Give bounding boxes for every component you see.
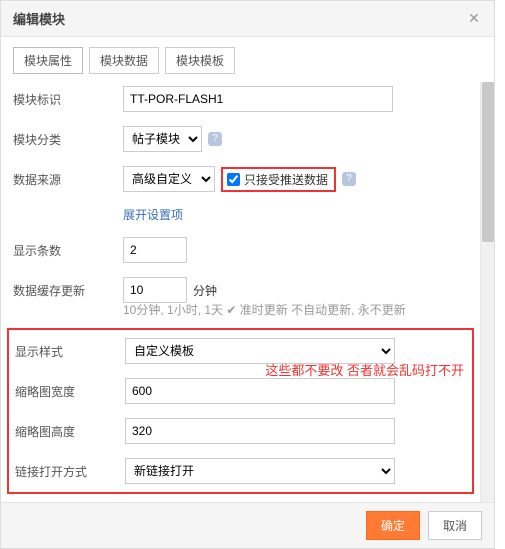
ok-button[interactable]: 确定 bbox=[366, 511, 420, 540]
count-input[interactable] bbox=[123, 237, 187, 263]
label-count: 显示条数 bbox=[13, 242, 123, 259]
source-select[interactable]: 高级自定义 bbox=[123, 166, 215, 192]
label-link-open: 链接打开方式 bbox=[15, 463, 125, 480]
push-only-checkbox[interactable] bbox=[227, 173, 240, 186]
no-edit-highlight: 这些都不要改 否者就会乱码打不开 显示样式 自定义模板 缩略图宽度 bbox=[7, 328, 474, 494]
expand-settings-link[interactable]: 展开设置项 bbox=[123, 206, 183, 223]
help-icon[interactable]: ? bbox=[342, 172, 356, 186]
link-open-select[interactable]: 新链接打开 bbox=[125, 458, 395, 484]
scrollbar[interactable] bbox=[480, 82, 494, 502]
annotation-text: 这些都不要改 否者就会乱码打不开 bbox=[265, 360, 464, 379]
label-cache: 数据缓存更新 bbox=[13, 282, 123, 299]
tab-bar: 模块属性 模块数据 模块模板 bbox=[1, 37, 494, 82]
push-only-highlight: 只接受推送数据 bbox=[221, 167, 336, 192]
push-only-label: 只接受推送数据 bbox=[244, 171, 328, 188]
dialog-title: 编辑模块 bbox=[13, 9, 65, 28]
cache-hint: 10分钟, 1小时, 1天 ✔ 准时更新 不自动更新, 永不更新 bbox=[123, 301, 468, 318]
minutes-label: 分钟 bbox=[193, 282, 217, 299]
close-icon[interactable]: ✕ bbox=[466, 11, 482, 27]
label-module-id: 模块标识 bbox=[13, 91, 123, 108]
label-category: 模块分类 bbox=[13, 131, 123, 148]
tab-data[interactable]: 模块数据 bbox=[89, 47, 159, 74]
scroll-thumb[interactable] bbox=[482, 82, 494, 242]
tab-attributes[interactable]: 模块属性 bbox=[13, 47, 83, 74]
module-id-input[interactable] bbox=[123, 86, 393, 112]
label-style: 显示样式 bbox=[15, 343, 125, 360]
tab-template[interactable]: 模块模板 bbox=[165, 47, 235, 74]
thumb-width-input[interactable] bbox=[125, 378, 395, 404]
label-thumb-w: 缩略图宽度 bbox=[15, 383, 125, 400]
cache-input[interactable] bbox=[123, 277, 187, 303]
cancel-button[interactable]: 取消 bbox=[428, 511, 482, 540]
category-select[interactable]: 帖子模块 bbox=[123, 126, 202, 152]
help-icon[interactable]: ? bbox=[208, 132, 222, 146]
label-thumb-h: 缩略图高度 bbox=[15, 423, 125, 440]
label-source: 数据来源 bbox=[13, 171, 123, 188]
thumb-height-input[interactable] bbox=[125, 418, 395, 444]
